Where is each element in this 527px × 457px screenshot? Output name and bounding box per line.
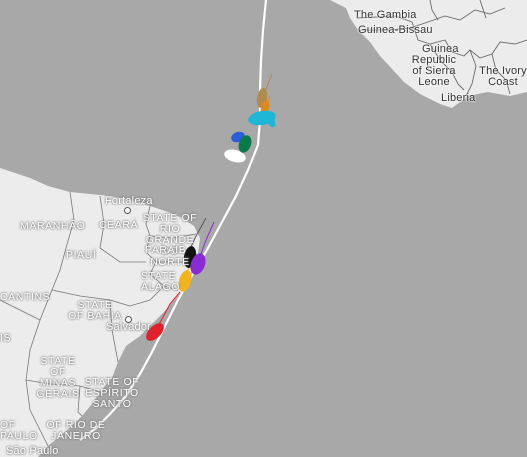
city-marker-fortaleza bbox=[124, 207, 131, 214]
country-label-gambia: The Gambia bbox=[354, 9, 417, 21]
country-label-sierra-leone: Republic of Sierra Leone bbox=[411, 54, 457, 88]
state-label-rio-grande-do-norte: STATE OF RIO GRANDE DO NORTE bbox=[142, 212, 198, 268]
city-label-fortaleza: Fortaleza bbox=[105, 195, 153, 207]
state-label-minas-gerais: STATE OF MINAS GERAIS bbox=[36, 355, 80, 400]
state-label-espirito-santo: STATE OF ESPÍRITO SANTO bbox=[84, 376, 140, 410]
country-label-liberia: Liberia bbox=[441, 92, 476, 104]
state-label-sao-paulo: OF PAULO bbox=[0, 419, 38, 442]
country-label-ivory-coast: The Ivory Coast bbox=[479, 65, 527, 88]
state-label-paraiba: PARAÍB bbox=[145, 244, 187, 256]
map-view[interactable]: The Gambia Guinea-Bissau Guinea Republic… bbox=[0, 0, 527, 457]
state-label-partial-left: IS bbox=[0, 332, 12, 344]
state-label-bahia: STATE OF BAHIA bbox=[68, 299, 122, 322]
state-label-rio-de-janeiro: OF RIO DE JANEIRO bbox=[46, 419, 106, 442]
city-label-sao-paulo: São Paulo bbox=[6, 445, 59, 457]
state-label-ceara: CEARÁ bbox=[99, 219, 139, 231]
state-label-tocantins: CANTINS bbox=[0, 291, 51, 303]
state-label-alagoas: STATE ALAGO bbox=[141, 270, 181, 293]
country-label-guinea-bissau: Guinea-Bissau bbox=[358, 24, 433, 36]
state-label-piaui: PIAUÍ bbox=[66, 249, 97, 261]
city-label-salvador: Salvador bbox=[106, 321, 152, 333]
state-label-maranhao: MARANHÃO bbox=[20, 220, 86, 232]
